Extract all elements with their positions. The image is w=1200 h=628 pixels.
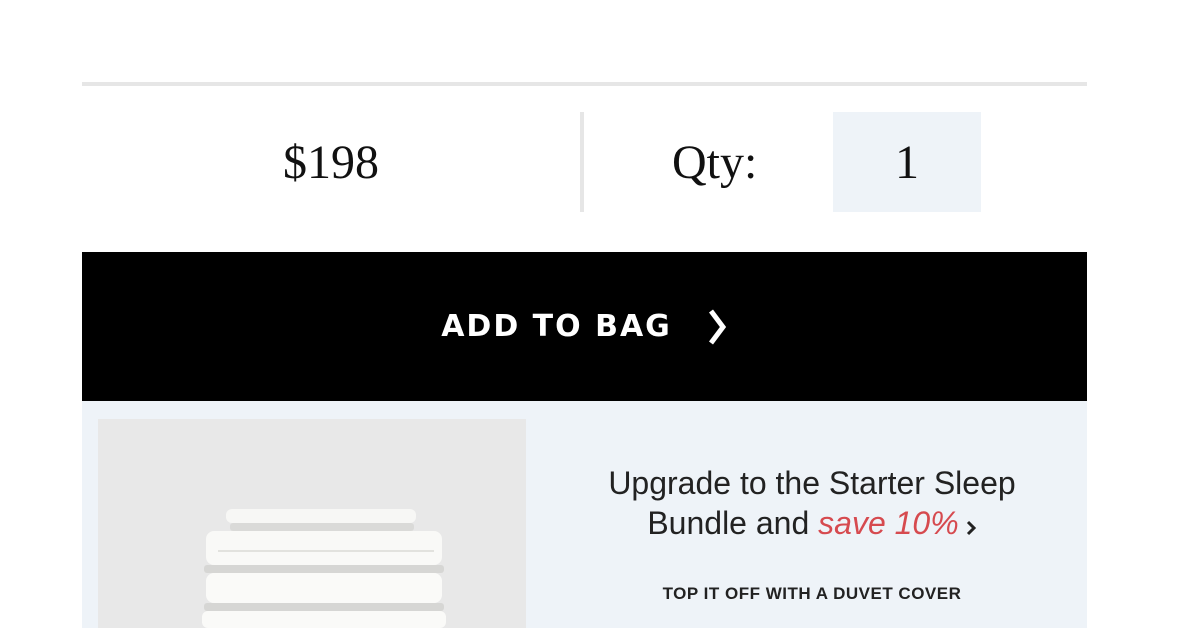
bundle-headline-prefix: Bundle and <box>647 505 819 541</box>
bundle-headline[interactable]: Upgrade to the Starter Sleep Bundle and … <box>552 463 1072 546</box>
bundle-text: Upgrade to the Starter Sleep Bundle and … <box>552 463 1072 604</box>
vertical-divider <box>580 112 584 212</box>
chevron-right-icon <box>706 308 728 346</box>
chevron-right-icon <box>965 506 977 546</box>
add-to-bag-label: ADD TO BAG <box>441 309 672 344</box>
duvet-cover-link[interactable]: TOP IT OFF WITH A DUVET COVER <box>552 584 1072 604</box>
bundle-headline-line1: Upgrade to the Starter Sleep <box>608 465 1016 501</box>
quantity-field[interactable]: 1 <box>833 112 981 212</box>
top-divider <box>82 82 1087 86</box>
save-percent-text: save 10% <box>818 505 959 541</box>
bundle-upsell-panel[interactable]: Upgrade to the Starter Sleep Bundle and … <box>82 401 1087 628</box>
product-price: $198 <box>283 135 379 189</box>
price-quantity-row: $198 Qty: 1 <box>82 112 1087 212</box>
quantity-label: Qty: <box>672 135 758 189</box>
bundle-product-image <box>98 419 526 628</box>
add-to-bag-button[interactable]: ADD TO BAG <box>82 252 1087 401</box>
bundle-headline-line2: Bundle and save 10% <box>552 503 1072 546</box>
